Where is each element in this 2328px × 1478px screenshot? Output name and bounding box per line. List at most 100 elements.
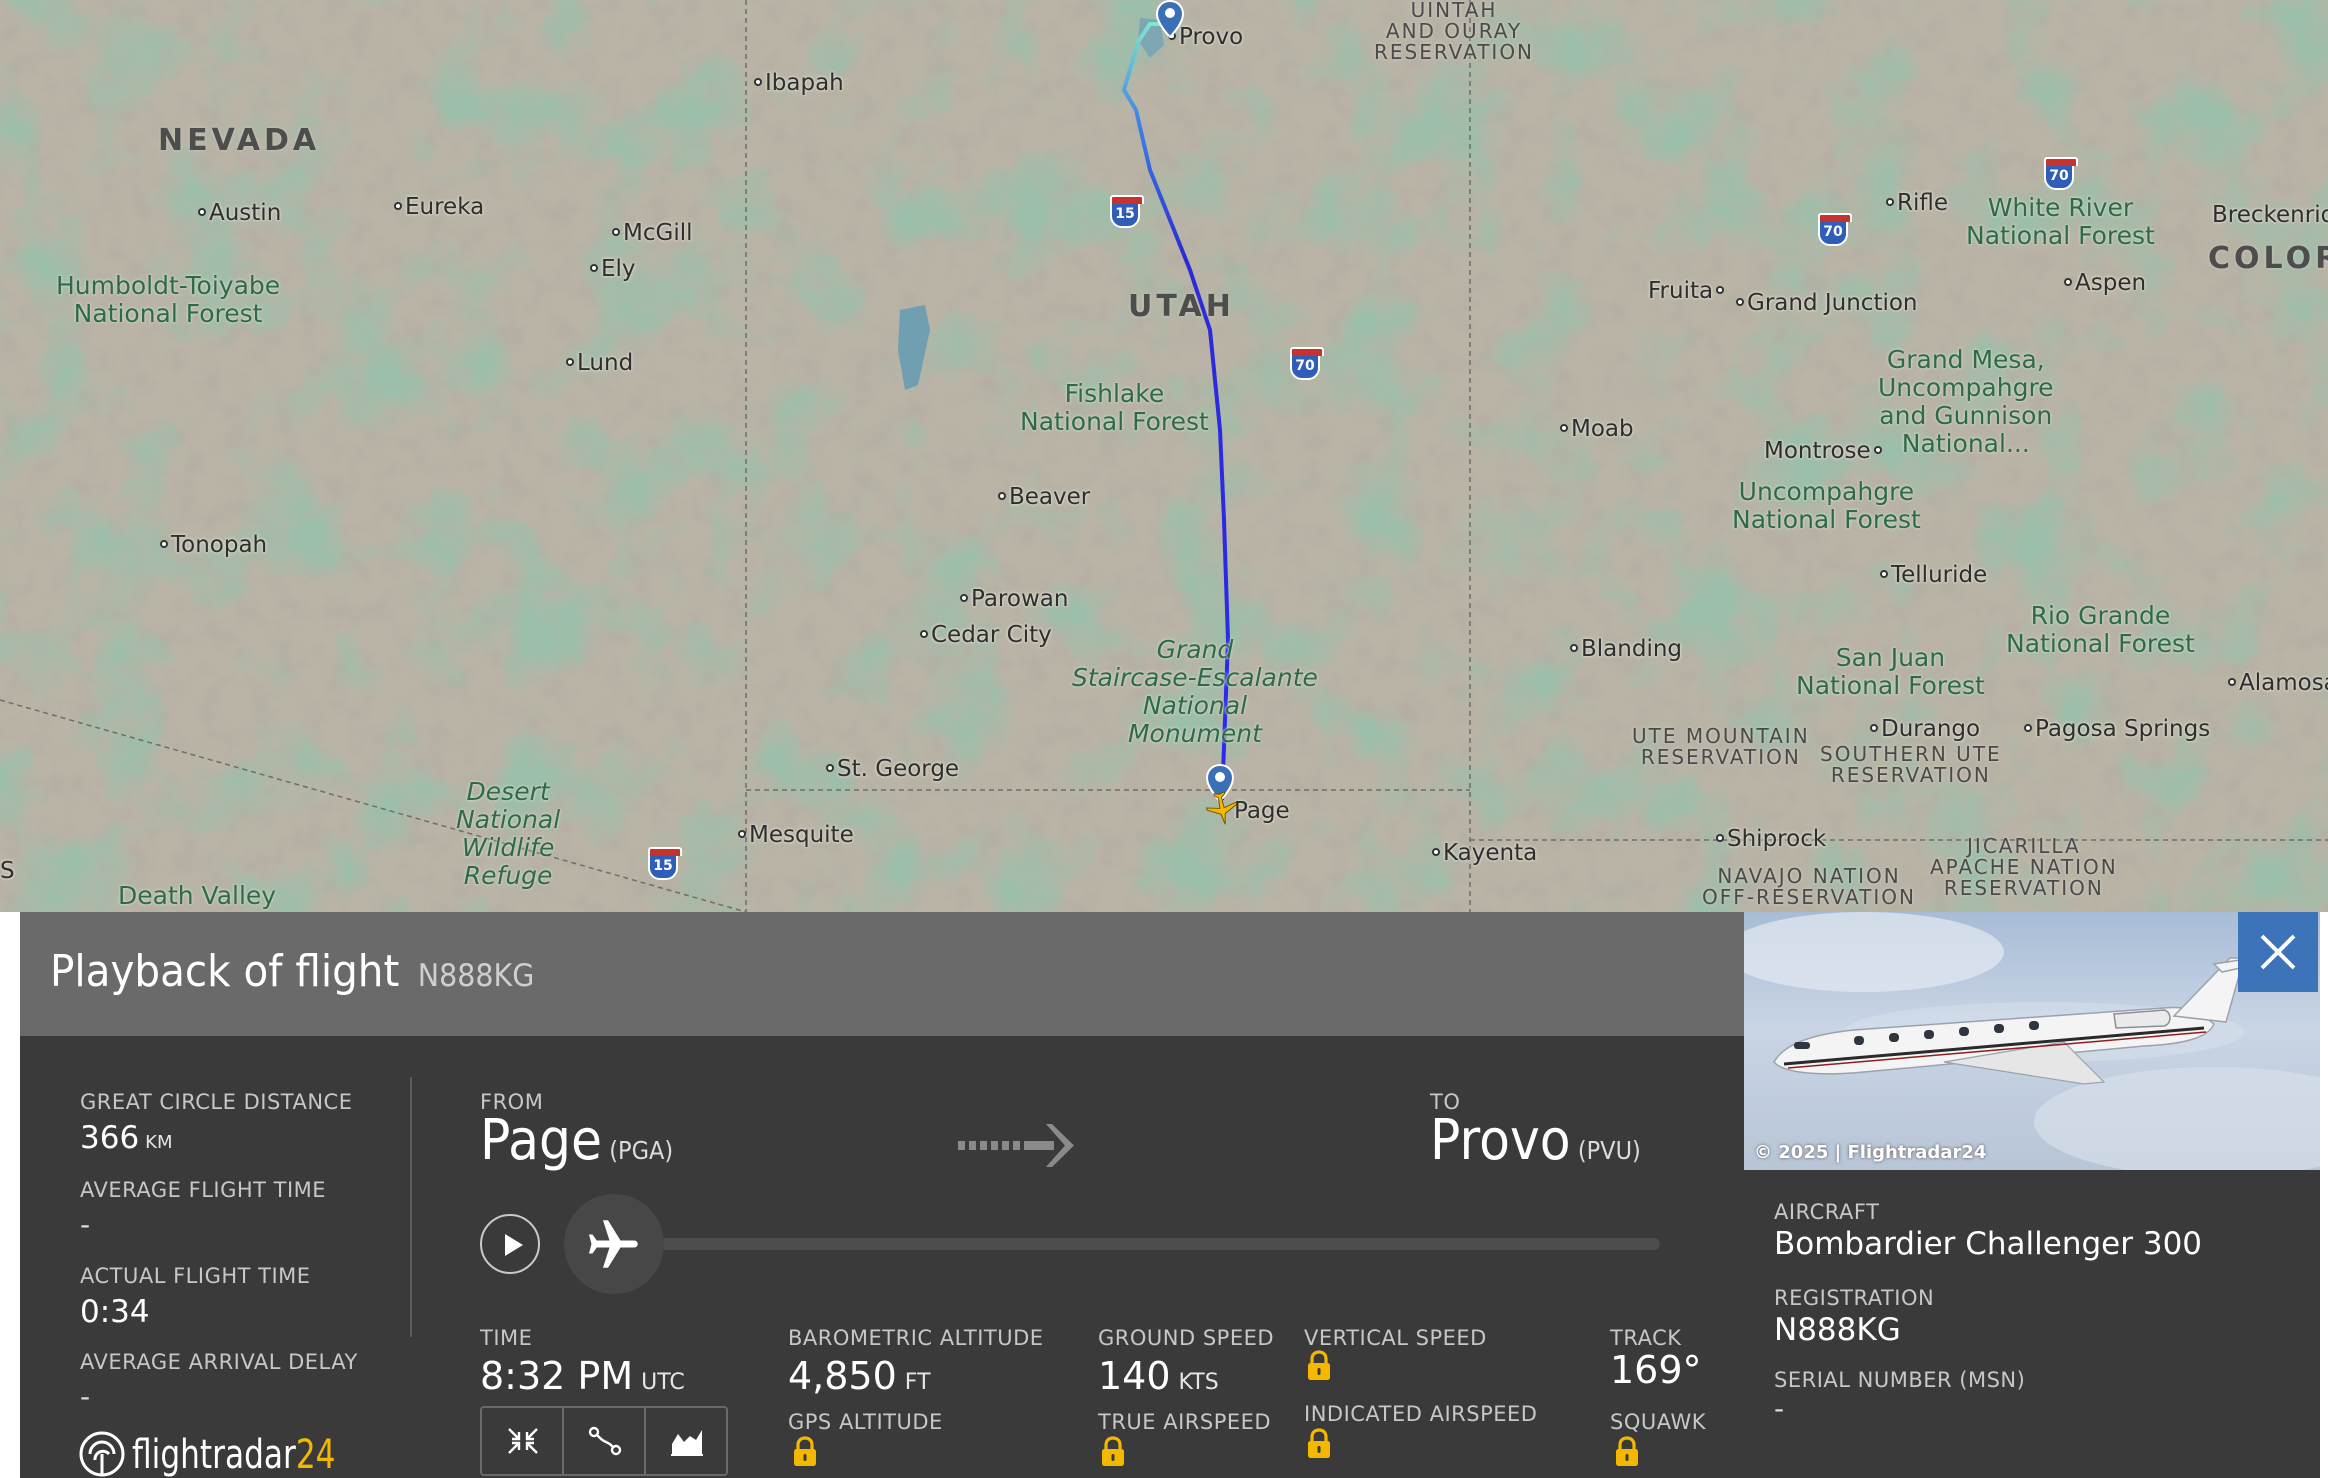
aircraft-info-panel: AIRCRAFT Bombardier Challenger 300 REGIS… [1744, 1170, 2320, 1478]
ground-speed-label: GROUND SPEED [1098, 1326, 1275, 1350]
place-dot [394, 201, 402, 210]
from-airport: Page (PGA) [480, 1108, 673, 1173]
place-name: Beaver [1009, 484, 1091, 510]
park-label-death-valley: Death Valley [118, 881, 277, 910]
aircraft-photo[interactable]: © 2025 | Flightradar24 [1744, 912, 2320, 1170]
aircraft-label: AIRCRAFT [1774, 1200, 1880, 1224]
serial-number-label: SERIAL NUMBER (MSN) [1774, 1368, 2026, 1392]
place-dot [998, 491, 1006, 500]
highway-shield: 70 [1818, 213, 1852, 246]
place-label: Kayenta [1432, 842, 1537, 865]
lock-icon[interactable] [1306, 1350, 1332, 1382]
place-name: St. George [837, 756, 960, 782]
place-name: Alamosa [2239, 670, 2328, 696]
chart-icon [671, 1430, 703, 1456]
place-label: Breckenrid [2212, 204, 2328, 227]
park-label-uncompahgre: Uncompahgre National Forest [1732, 477, 1921, 534]
place-dot [1432, 847, 1440, 856]
average-arrival-delay-value: - [80, 1380, 91, 1413]
place-label: Mesquite [738, 824, 854, 847]
photo-credit[interactable]: © 2025 | Flightradar24 [1754, 1142, 1986, 1163]
place-label: Beaver [998, 486, 1090, 509]
place-dot [1736, 297, 1744, 306]
place-label: Ibapah [754, 72, 844, 95]
place-name: Provo [1179, 24, 1244, 50]
logo-word: flightradar [132, 1432, 296, 1478]
place-label: Cedar City [920, 624, 1052, 647]
lock-icon[interactable] [1614, 1436, 1640, 1468]
place-name: Telluride [1891, 562, 1988, 588]
place-name: Ely [601, 256, 636, 282]
place-label: Lund [566, 352, 633, 375]
place-label: Grand Junction [1736, 290, 1918, 316]
place-label: Durango [1870, 718, 1980, 741]
time-label: TIME [480, 1326, 533, 1350]
to-code: (PVU) [1577, 1136, 1641, 1165]
place-dot [738, 829, 746, 838]
from-code: (PGA) [609, 1136, 674, 1165]
place-label: Montrose [1764, 440, 1885, 463]
place-label: Shiprock [1716, 828, 1826, 851]
highway-shield: 70 [2044, 157, 2078, 190]
reservation-label-navajo: NAVAJO NATION OFF-RESERVATION [1702, 864, 1916, 909]
barometric-altitude-label: BAROMETRIC ALTITUDE [788, 1326, 1044, 1350]
place-name: McGill [623, 220, 693, 246]
collapse-view-button[interactable] [482, 1408, 564, 1474]
place-name: Kayenta [1443, 840, 1538, 866]
aircraft-marker-icon[interactable] [1204, 790, 1240, 826]
park-label-san-juan: San Juan National Forest [1796, 643, 1985, 700]
place-name: Durango [1881, 716, 1981, 742]
place-name: Breckenrid [2212, 202, 2328, 228]
radar-logo-icon [79, 1431, 125, 1477]
to-city: Provo [1430, 1108, 1571, 1173]
route-view-button[interactable] [564, 1408, 646, 1474]
title-text: Playback of flight [50, 946, 400, 997]
place-name: Fruita [1648, 278, 1714, 304]
actual-flight-time-label: ACTUAL FLIGHT TIME [80, 1264, 311, 1288]
collapse-arrows-icon [508, 1428, 538, 1454]
playback-scrubber[interactable] [564, 1194, 664, 1294]
close-button[interactable] [2238, 912, 2318, 992]
place-dot [754, 77, 762, 86]
place-dot [1880, 569, 1888, 578]
park-label-humboldt: Humboldt-Toiyabe National Forest [56, 271, 281, 328]
place-dot [1886, 197, 1894, 206]
state-label-colorado: COLOR [2208, 241, 2328, 276]
place-label: Parowan [960, 588, 1068, 611]
playback-timeline[interactable] [620, 1238, 1660, 1250]
place-label: Telluride [1880, 564, 1987, 587]
average-arrival-delay-label: AVERAGE ARRIVAL DELAY [80, 1350, 358, 1374]
place-name: Page [1234, 798, 1290, 824]
place-dot [198, 207, 206, 216]
time-number: 8:32 PM [480, 1354, 634, 1398]
place-label: Tonopah [160, 534, 267, 557]
altitude-graph-button[interactable] [646, 1408, 728, 1474]
place-label: Fruita [1648, 280, 1727, 303]
lock-icon[interactable] [1100, 1436, 1126, 1468]
place-dot [2064, 277, 2072, 286]
place-name: Rifle [1897, 190, 1949, 216]
airplane-icon [589, 1220, 638, 1268]
park-label-gmug: Grand Mesa, Uncompahgre and Gunnison Nat… [1878, 345, 2054, 458]
flightradar24-logo[interactable]: flightradar24 [78, 1430, 336, 1478]
lock-icon[interactable] [792, 1436, 818, 1468]
place-dot [590, 263, 598, 272]
destination-pin-icon[interactable] [1156, 0, 1184, 38]
direction-arrow-icon [958, 1124, 1074, 1167]
place-dot [566, 357, 574, 366]
place-name: Austin [209, 200, 282, 226]
place-name: Moab [1571, 416, 1634, 442]
play-button[interactable] [480, 1214, 540, 1274]
ground-speed-value: 140 KTS [1098, 1354, 1219, 1398]
from-city: Page [480, 1108, 603, 1173]
place-dot [1570, 643, 1578, 652]
place-dot [1716, 833, 1724, 842]
place-name: Grand Junction [1747, 290, 1918, 316]
place-dot [2024, 723, 2032, 732]
lock-icon[interactable] [1306, 1428, 1332, 1460]
place-label: Blanding [1570, 638, 1682, 661]
state-label-nevada: NEVADA [158, 123, 321, 158]
place-dot [160, 539, 168, 548]
aircraft-value: Bombardier Challenger 300 [1774, 1226, 2203, 1262]
flight-map[interactable]: NEVADA UTAH COLOR Provo Ibapah Austin Eu… [0, 0, 2328, 912]
